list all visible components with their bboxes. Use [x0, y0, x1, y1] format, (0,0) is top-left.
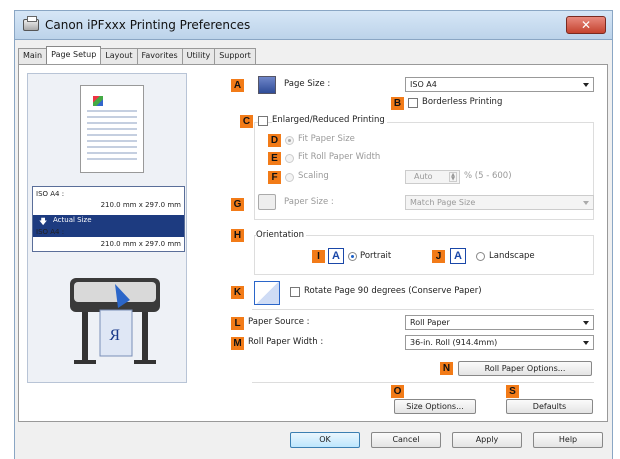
size-info-box: ISO A4 : 210.0 mm x 297.0 mm 🡇 Actual Si… — [32, 186, 185, 252]
callout-o: O — [391, 385, 404, 398]
orientation-group — [254, 235, 594, 275]
tab-support[interactable]: Support — [214, 48, 256, 64]
chevron-down-icon — [583, 201, 589, 205]
paper-source-select[interactable]: Roll Paper — [405, 315, 594, 330]
callout-a: A — [231, 79, 244, 92]
paper-size-value: Match Page Size — [410, 198, 476, 207]
divider — [252, 309, 594, 310]
portrait-icon: A — [328, 248, 344, 264]
roll-paper-options-button[interactable]: Roll Paper Options... — [458, 361, 592, 376]
tab-layout[interactable]: Layout — [100, 48, 138, 64]
chevron-down-icon — [583, 341, 589, 345]
callout-s: S — [506, 385, 519, 398]
page-size-name: ISO A4 : — [36, 190, 65, 198]
landscape-icon: A — [450, 248, 466, 264]
callout-m: M — [231, 337, 244, 350]
page-size-label: Page Size : — [284, 79, 331, 89]
chevron-down-icon — [583, 83, 589, 87]
roll-width-value: 36-in. Roll (914.4mm) — [410, 338, 498, 347]
window-title: Canon iPFxxx Printing Preferences — [45, 18, 251, 32]
tab-strip: Main Page Setup Layout Favorites Utility… — [18, 46, 256, 64]
portrait-label: Portrait — [360, 251, 392, 261]
callout-n: N — [440, 362, 453, 375]
portrait-radio[interactable] — [348, 252, 357, 261]
rotate-checkbox[interactable] — [290, 287, 300, 297]
callout-b: B — [391, 97, 404, 110]
paper-size-label: Paper Size : — [284, 197, 334, 207]
paper-size-name: ISO A4 : — [36, 228, 65, 236]
paper-source-value: Roll Paper — [410, 318, 450, 327]
close-button[interactable]: ✕ — [566, 16, 606, 34]
paper-source-label: Paper Source : — [248, 317, 310, 327]
fit-paper-size-radio[interactable] — [285, 136, 294, 145]
callout-j: J — [432, 250, 445, 263]
tab-favorites[interactable]: Favorites — [136, 48, 183, 64]
page-size-dimensions: 210.0 mm x 297.0 mm — [100, 201, 181, 209]
title-bar[interactable]: Canon iPFxxx Printing Preferences ✕ — [14, 10, 613, 40]
paper-preview — [80, 85, 144, 173]
fit-paper-size-label: Fit Paper Size — [298, 134, 355, 144]
borderless-checkbox[interactable] — [408, 98, 418, 108]
paper-size-icon — [258, 194, 276, 210]
callout-g: G — [231, 198, 244, 211]
callout-d: D — [268, 134, 281, 147]
roll-width-label: Roll Paper Width : — [248, 337, 324, 347]
printer-illustration: R — [70, 278, 160, 364]
tab-utility[interactable]: Utility — [181, 48, 216, 64]
callout-i: I — [312, 250, 325, 263]
page-size-icon — [258, 76, 276, 94]
help-button[interactable]: Help — [533, 432, 603, 448]
orientation-label: Orientation — [256, 230, 306, 240]
printing-preferences-window: Canon iPFxxx Printing Preferences ✕ Main… — [0, 0, 620, 459]
fit-roll-width-radio[interactable] — [285, 154, 294, 163]
enlarged-checkbox[interactable] — [258, 116, 268, 126]
ok-button[interactable]: OK — [290, 432, 360, 448]
scaling-spinner[interactable]: Auto ▲ ▼ — [405, 170, 460, 184]
size-options-button[interactable]: Size Options... — [394, 399, 476, 414]
callout-f: F — [268, 171, 281, 184]
fit-roll-width-label: Fit Roll Paper Width — [298, 152, 381, 162]
roll-width-select[interactable]: 36-in. Roll (914.4mm) — [405, 335, 594, 350]
paper-size-select[interactable]: Match Page Size — [405, 195, 594, 210]
apply-button[interactable]: Apply — [452, 432, 522, 448]
borderless-label: Borderless Printing — [422, 97, 503, 107]
callout-l: L — [231, 317, 244, 330]
printer-icon — [23, 16, 39, 31]
scaling-label: Scaling — [298, 171, 329, 181]
callout-k: K — [231, 286, 244, 299]
landscape-radio[interactable] — [476, 252, 485, 261]
cancel-button[interactable]: Cancel — [371, 432, 441, 448]
page-size-select[interactable]: ISO A4 — [405, 77, 594, 92]
callout-c: C — [240, 115, 253, 128]
scaling-value: Auto — [414, 172, 433, 181]
defaults-button[interactable]: Defaults — [506, 399, 593, 414]
page-size-value: ISO A4 — [410, 80, 437, 89]
callout-h: H — [231, 229, 244, 242]
chevron-down-icon — [583, 321, 589, 325]
scaling-range: % (5 - 600) — [464, 171, 512, 181]
image-thumbnail-icon — [93, 96, 103, 106]
svg-text:R: R — [109, 327, 120, 344]
landscape-label: Landscape — [489, 251, 535, 261]
enlarged-label: Enlarged/Reduced Printing — [272, 115, 387, 125]
scaling-radio[interactable] — [285, 173, 294, 182]
tab-main[interactable]: Main — [18, 48, 48, 64]
paper-size-dimensions: 210.0 mm x 297.0 mm — [100, 240, 181, 248]
rotate-page-icon — [254, 281, 280, 305]
tab-page-setup[interactable]: Page Setup — [46, 46, 102, 64]
rotate-label: Rotate Page 90 degrees (Conserve Paper) — [304, 286, 482, 296]
actual-size-label: Actual Size — [53, 216, 92, 224]
divider — [252, 382, 594, 383]
spin-arrows-icon: ▲ ▼ — [449, 172, 457, 182]
callout-e: E — [268, 152, 281, 165]
